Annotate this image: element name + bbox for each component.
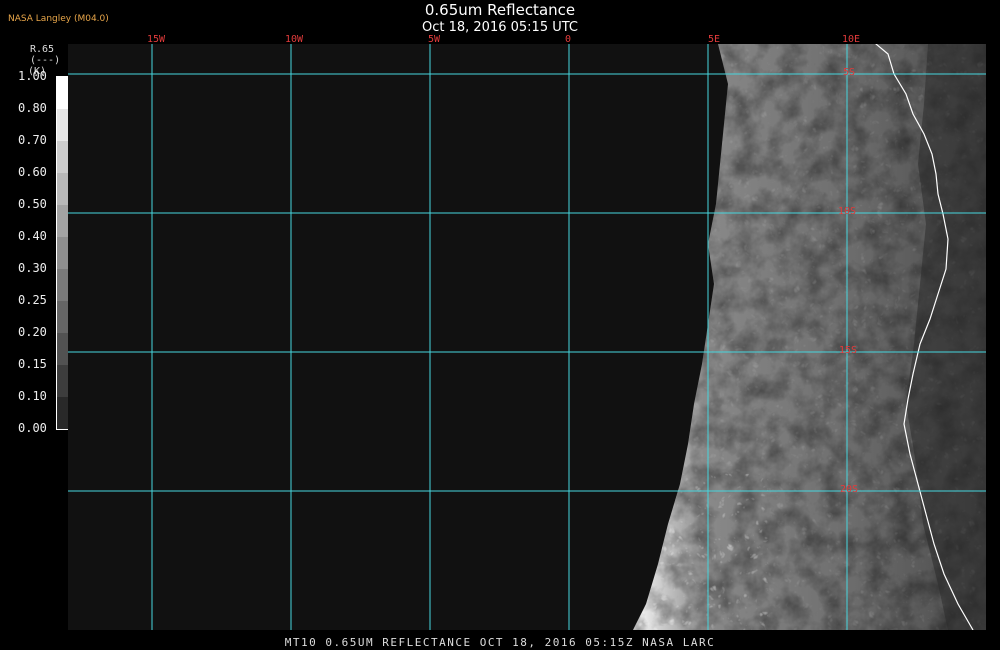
scale-tick: 0.70 [18,133,47,147]
scale-tick: 0.50 [18,197,47,211]
scale-tick: 0.60 [18,165,47,179]
legend-title-line: (---) [30,55,61,66]
longitude-label: 5E [707,34,721,45]
footer-caption: MT10 0.65UM REFLECTANCE OCT 18, 2016 05:… [284,636,716,649]
longitude-label: 0 [564,34,572,45]
latitude-label: 15S [839,345,858,356]
longitude-label: 10W [284,34,304,45]
image-timestamp: Oct 18, 2016 05:15 UTC [422,20,578,35]
longitude-label: 15W [146,34,166,45]
scale-tick: 1.00 [18,69,47,83]
scale-tick: 0.10 [18,389,47,403]
scale-tick: 0.30 [18,261,47,275]
scale-tick: 0.25 [18,293,47,307]
scale-tick: 0.20 [18,325,47,339]
satellite-imagery-svg [68,44,986,630]
scale-tick: 0.80 [18,101,47,115]
image-title: 0.65um Reflectance [424,1,576,19]
scale-tick: 0.15 [18,357,47,371]
satellite-image [68,44,986,630]
legend-title-line: R.65 [30,44,55,55]
longitude-label: 10E [841,34,861,45]
latitude-label: 5S [843,67,856,78]
latitude-label: 10S [838,206,857,217]
scale-tick: 0.00 [18,421,47,435]
scale-tick: 0.40 [18,229,47,243]
longitude-label: 5W [427,34,441,45]
latitude-label: 20S [840,484,859,495]
